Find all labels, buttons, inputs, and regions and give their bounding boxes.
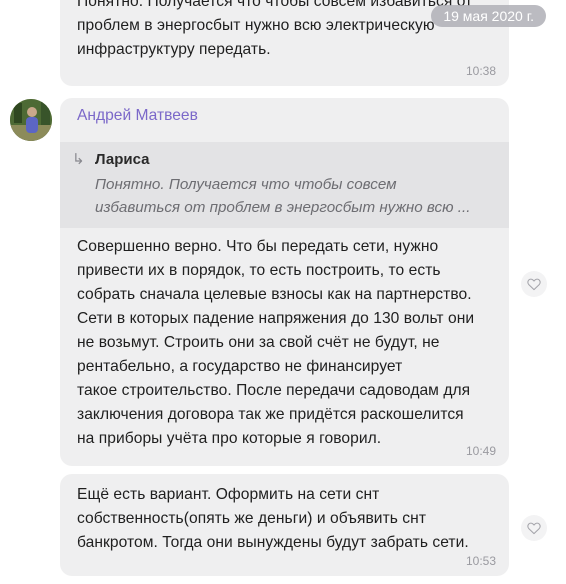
message-time: 10:49 [465, 444, 496, 458]
reply-quote[interactable]: ↳ Лариса Понятно. Получается что чтобы с… [60, 142, 509, 228]
like-button[interactable] [521, 271, 547, 297]
message-text: Ещё есть вариант. Оформить на сети снт с… [77, 486, 469, 551]
message-bubble[interactable]: Ещё есть вариант. Оформить на сети снт с… [60, 474, 509, 576]
message-time: 10:53 [465, 554, 496, 568]
sender-name[interactable]: Андрей Матвеев [77, 107, 198, 125]
date-badge: 19 мая 2020 г. [431, 5, 546, 27]
message-text: Совершенно верно. Что бы передать сети, … [77, 238, 475, 447]
avatar[interactable] [10, 99, 52, 141]
heart-icon [527, 278, 541, 291]
heart-icon [527, 522, 541, 535]
message-time: 10:38 [465, 64, 496, 78]
like-button[interactable] [521, 515, 547, 541]
message-bubble[interactable]: Андрей Матвеев ↳ Лариса Понятно. Получае… [60, 98, 509, 466]
reply-text: Понятно. Получается что чтобы совсем изб… [95, 176, 471, 216]
reply-author: Лариса [95, 151, 150, 168]
reply-arrow-icon: ↳ [72, 151, 85, 168]
